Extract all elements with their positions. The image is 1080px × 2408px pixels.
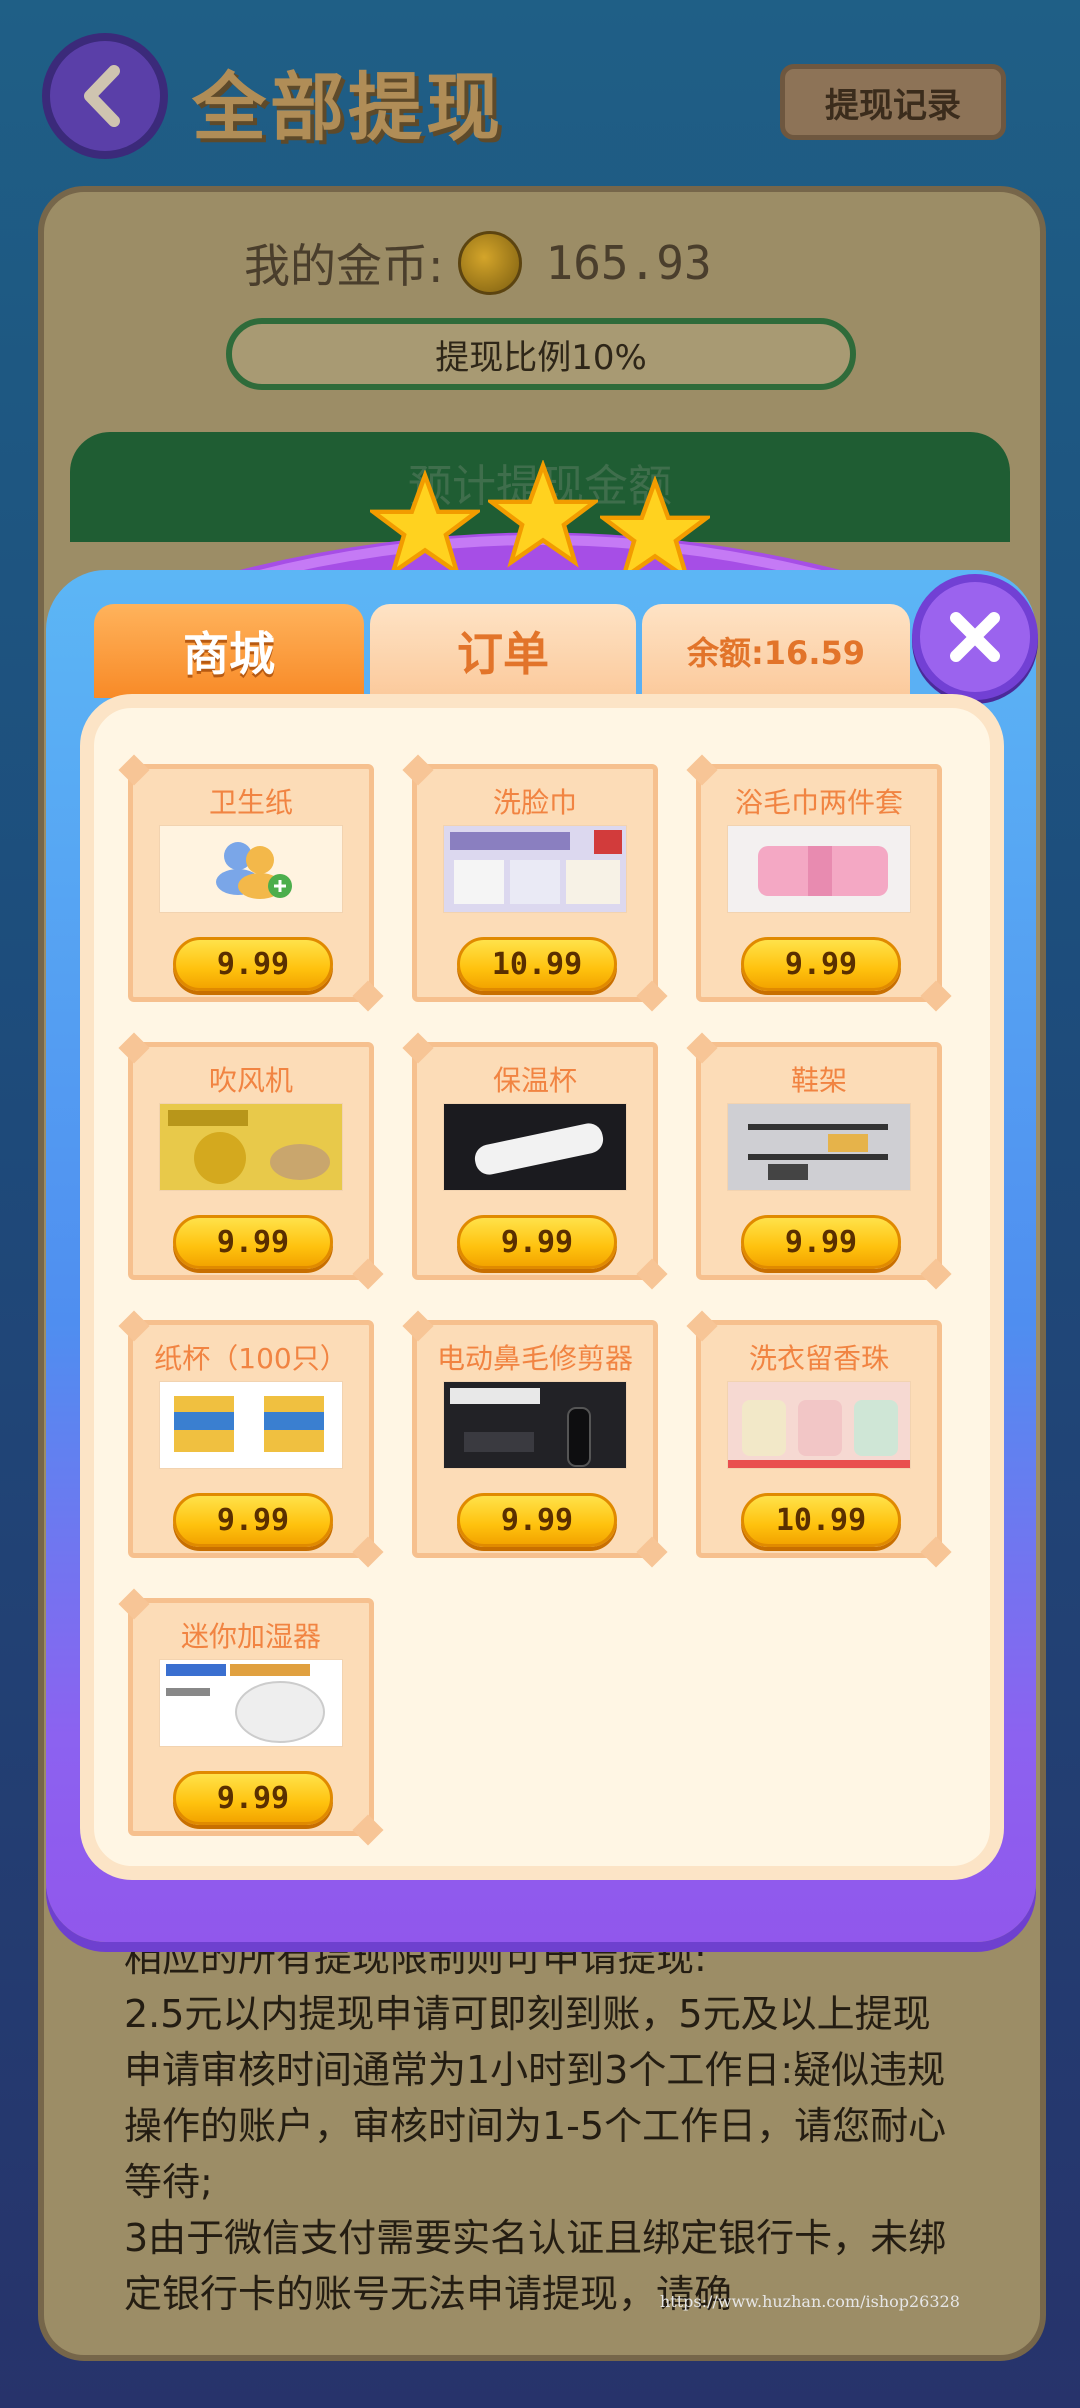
page-title: 全部提现 — [192, 65, 504, 151]
price-button[interactable]: 9.99 — [173, 937, 333, 991]
thermos-photo — [443, 1103, 627, 1191]
tab-orders[interactable]: 订单 — [370, 604, 636, 698]
tab-shop[interactable]: 商城 — [94, 604, 364, 698]
coin-balance-row: 我的金币: 165.93 — [244, 230, 712, 296]
gold-coin-icon — [457, 231, 522, 295]
face-towel-photo — [443, 825, 627, 913]
price-button[interactable]: 9.99 — [457, 1493, 617, 1547]
product-name: 保温杯 — [492, 1064, 577, 1097]
laundry-beads-photo — [727, 1381, 911, 1469]
product-name: 浴毛巾两件套 — [734, 786, 903, 819]
hair-dryer-photo — [159, 1103, 343, 1191]
balance-label: 余额:16.59 — [642, 604, 910, 698]
shoe-rack-photo — [727, 1103, 911, 1191]
star-icon — [370, 470, 480, 578]
product-name: 洗脸巾 — [492, 786, 577, 819]
product-card[interactable]: 纸杯（100只） 9.99 — [128, 1320, 374, 1558]
product-card[interactable]: 洗脸巾 10.99 — [412, 764, 658, 1002]
product-card[interactable]: 浴毛巾两件套 9.99 — [696, 764, 942, 1002]
star-icon — [488, 460, 598, 568]
price-button[interactable]: 9.99 — [741, 1215, 901, 1269]
user-add-icon — [159, 825, 343, 913]
product-name: 卫生纸 — [208, 786, 293, 819]
product-card[interactable]: 保温杯 9.99 — [412, 1042, 658, 1280]
product-name: 吹风机 — [208, 1064, 293, 1097]
bath-towel-photo — [727, 825, 911, 913]
price-button[interactable]: 9.99 — [457, 1215, 617, 1269]
price-button[interactable]: 10.99 — [741, 1493, 901, 1547]
nose-trimmer-photo — [443, 1381, 627, 1469]
withdraw-rules: 相应的所有提现限制则可申请提现: 2.5元以内提现申请可即刻到账，5元及以上提现… — [124, 1930, 964, 2322]
back-button[interactable] — [42, 33, 168, 159]
close-button[interactable] — [912, 574, 1038, 700]
coin-amount: 165.93 — [545, 236, 712, 290]
rules-line: 2.5元以内提现申请可即刻到账，5元及以上提现申请审核时间通常为1小时到3个工作… — [124, 1992, 947, 2204]
product-name: 电动鼻毛修剪器 — [436, 1342, 633, 1375]
paper-cup-photo — [159, 1381, 343, 1469]
product-name: 洗衣留香珠 — [748, 1342, 889, 1375]
product-card[interactable]: 鞋架 9.99 — [696, 1042, 942, 1280]
withdraw-history-button[interactable]: 提现记录 — [780, 64, 1006, 140]
coin-label: 我的金币: — [244, 239, 444, 293]
humidifier-photo — [159, 1659, 343, 1747]
product-card[interactable]: 迷你加湿器 9.99 — [128, 1598, 374, 1836]
product-card[interactable]: 卫生纸 9.99 — [128, 764, 374, 1002]
product-name: 迷你加湿器 — [180, 1620, 321, 1653]
product-card[interactable]: 电动鼻毛修剪器 9.99 — [412, 1320, 658, 1558]
price-button[interactable]: 9.99 — [173, 1493, 333, 1547]
product-card[interactable]: 吹风机 9.99 — [128, 1042, 374, 1280]
product-name: 纸杯（100只） — [154, 1342, 348, 1375]
product-card[interactable]: 洗衣留香珠 10.99 — [696, 1320, 942, 1558]
close-icon — [950, 612, 1000, 662]
chevron-left-icon — [84, 65, 120, 127]
withdraw-ratio-badge: 提现比例10% — [226, 318, 856, 390]
price-button[interactable]: 9.99 — [173, 1771, 333, 1825]
product-name: 鞋架 — [790, 1064, 847, 1097]
price-button[interactable]: 9.99 — [741, 937, 901, 991]
watermark: https://www.huzhan.com/ishop26328 — [660, 2292, 960, 2311]
price-button[interactable]: 9.99 — [173, 1215, 333, 1269]
price-button[interactable]: 10.99 — [457, 937, 617, 991]
